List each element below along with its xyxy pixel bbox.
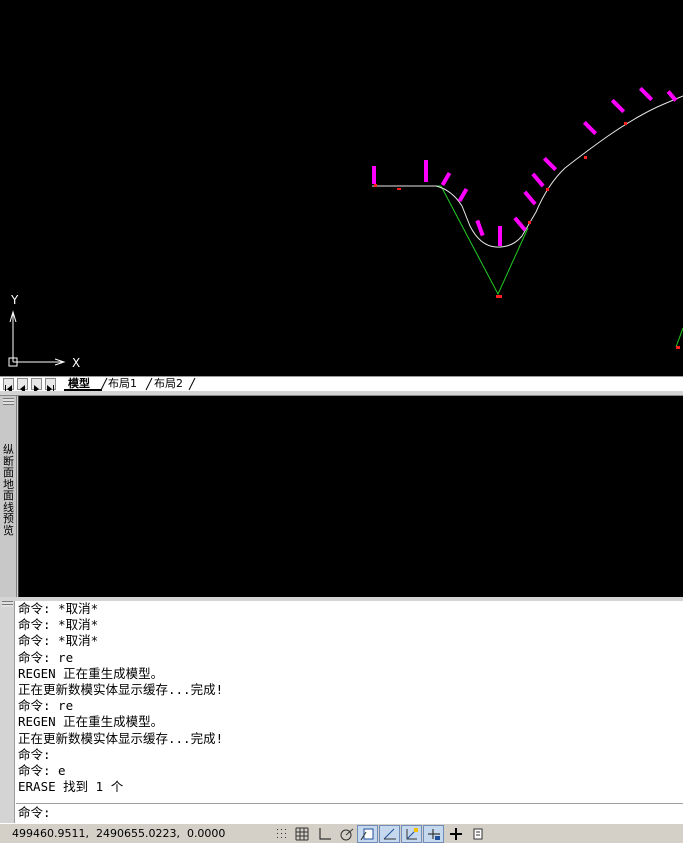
command-history-line: 命令: *取消* — [18, 617, 99, 633]
command-prompt[interactable]: 命令: — [18, 805, 51, 821]
command-history-line: REGEN 正在重生成模型。 — [18, 714, 164, 730]
command-history: 命令: *取消* 命令: *取消* 命令: *取消* 命令: re REGEN 正在重生… — [18, 601, 680, 803]
station-labels — [372, 86, 678, 246]
snap-icon — [277, 829, 286, 838]
tab-layout2-label: 布局2 — [154, 377, 183, 390]
ortho-toggle[interactable] — [314, 825, 335, 843]
snap-toggle[interactable] — [272, 825, 293, 843]
command-history-line: REGEN 正在重生成模型。 — [18, 665, 164, 681]
road-alignment — [372, 95, 683, 248]
polar-toggle[interactable] — [336, 825, 357, 843]
palette-title: 纵断面地面线预览 — [3, 443, 14, 537]
otrack-toggle[interactable] — [379, 825, 400, 843]
osnap-toggle[interactable] — [357, 825, 378, 843]
command-history-line: 正在更新数模实体显示缓存...完成! — [18, 682, 224, 698]
lineweight-icon — [450, 828, 462, 840]
ucs-y-label: Y — [10, 293, 19, 307]
layout-tab-bar: 模型 布局1 布局2 — [0, 376, 683, 393]
command-window-grip[interactable] — [2, 601, 13, 607]
tab-layout1[interactable]: 布局1 — [104, 377, 148, 391]
ducs-toggle[interactable] — [401, 825, 422, 843]
grid-icon — [295, 827, 309, 841]
ducs-icon — [406, 828, 418, 840]
command-window-strip[interactable] — [0, 601, 15, 823]
drawing-canvas[interactable]: Y X — [0, 0, 683, 376]
tab-separator — [188, 377, 196, 391]
command-history-line: 命令: e — [18, 763, 66, 779]
palette-title-strip[interactable]: 纵断面地面线预览 — [0, 396, 17, 597]
model-viewport[interactable]: Y X — [0, 0, 683, 376]
polar-icon — [340, 828, 354, 841]
ucs-x-label: X — [72, 356, 80, 370]
status-bar: 499460.9511, 2490655.0223, 0.0000 — [0, 823, 683, 843]
grid-toggle[interactable] — [292, 825, 313, 843]
next-tab-button[interactable] — [31, 378, 42, 393]
tab-model[interactable]: 模型 — [64, 377, 102, 391]
ortho-icon — [319, 828, 331, 840]
station-markers — [374, 122, 680, 349]
tab-model-label: 模型 — [68, 377, 90, 390]
ucs-icon — [8, 310, 66, 367]
lineweight-toggle[interactable] — [445, 825, 466, 843]
profile-preview-palette: 纵断面地面线预览 — [0, 396, 683, 597]
command-history-line: 命令: re — [18, 698, 74, 714]
prev-tab-button[interactable] — [17, 378, 28, 393]
command-line[interactable]: 命令: — [16, 803, 683, 823]
otrack-icon — [383, 828, 396, 840]
tab-layout1-label: 布局1 — [108, 377, 137, 390]
qp-toggle[interactable] — [467, 825, 488, 843]
quick-properties-icon — [473, 828, 483, 840]
dyn-toggle[interactable] — [423, 825, 444, 843]
last-tab-button[interactable] — [45, 378, 56, 393]
osnap-icon — [360, 828, 374, 841]
palette-grip-handle[interactable] — [3, 398, 14, 405]
coordinate-display[interactable]: 499460.9511, 2490655.0223, 0.0000 — [12, 827, 225, 841]
command-window: 命令: *取消* 命令: *取消* 命令: *取消* 命令: re REGEN 正在重生… — [0, 601, 683, 823]
command-history-line: 命令: *取消* — [18, 633, 99, 649]
command-history-line: 命令: *取消* — [18, 601, 99, 616]
dyn-icon — [428, 829, 440, 840]
command-history-line: 正在更新数模实体显示缓存...完成! — [18, 730, 224, 746]
command-history-line: ERASE 找到 1 个 — [18, 779, 124, 795]
profile-preview-canvas[interactable] — [18, 396, 683, 597]
command-history-line: 命令: re — [18, 649, 74, 665]
tangent-line-end — [675, 327, 683, 348]
command-history-line: 命令: — [18, 746, 51, 762]
first-tab-button[interactable] — [3, 378, 14, 393]
tangent-lines — [440, 185, 529, 296]
